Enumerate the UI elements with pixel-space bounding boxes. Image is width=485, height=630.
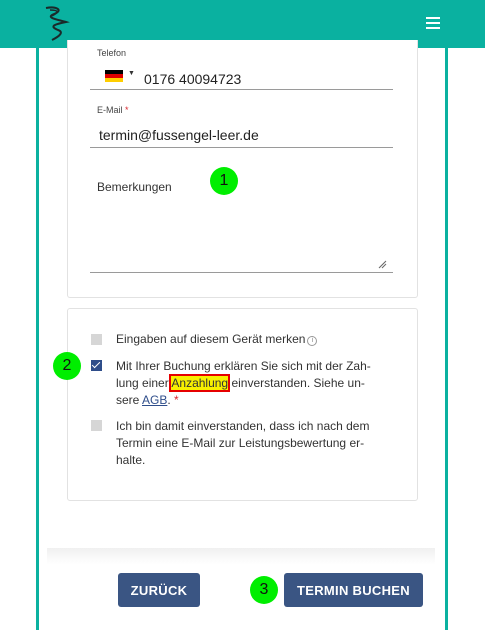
highlighted-term: Anzahlung xyxy=(169,374,231,392)
remarks-textarea[interactable] xyxy=(90,172,393,272)
frame-border-left xyxy=(36,48,39,630)
review-checkbox[interactable] xyxy=(91,420,102,431)
deposit-text-before: lung einer xyxy=(116,376,172,390)
resize-handle-icon[interactable] xyxy=(377,259,387,269)
email-underline xyxy=(90,147,393,148)
germany-flag-icon[interactable] xyxy=(105,70,123,82)
deposit-checkbox[interactable] xyxy=(91,360,102,371)
remember-label: Eingaben auf diesem Gerät merken i xyxy=(116,331,396,348)
deposit-line3: sere xyxy=(116,393,143,407)
menu-bar xyxy=(426,22,440,24)
info-icon[interactable]: i xyxy=(307,336,318,346)
deposit-text-after: einverstanden. Siehe un- xyxy=(228,376,365,390)
hamburger-menu-icon[interactable] xyxy=(420,12,446,34)
required-marker: * xyxy=(125,105,129,115)
deposit-line1: Mit Ihrer Buchung erklären Sie sich mit … xyxy=(116,359,371,373)
annotation-badge-2: 2 xyxy=(53,352,81,380)
email-label: E-Mail * xyxy=(97,105,129,115)
country-dropdown-caret-icon[interactable]: ▼ xyxy=(128,70,135,77)
remember-checkbox[interactable] xyxy=(91,334,102,345)
review-label: Ich bin damit einverstanden, dass ich na… xyxy=(116,419,370,467)
frame-border-right xyxy=(445,48,448,630)
deposit-label: Mit Ihrer Buchung erklären Sie sich mit … xyxy=(116,358,396,409)
book-appointment-button[interactable]: TERMIN BUCHEN xyxy=(284,573,423,607)
menu-bar xyxy=(426,27,440,29)
swirl-logo-icon[interactable] xyxy=(40,4,76,44)
annotation-badge-3: 3 xyxy=(250,576,278,604)
deposit-end: . xyxy=(167,393,171,407)
phone-input[interactable]: 0176 40094723 xyxy=(144,71,241,87)
menu-bar xyxy=(426,17,440,19)
required-marker: * xyxy=(174,393,179,407)
remember-label-text: Eingaben auf diesem Gerät merken xyxy=(116,332,306,346)
back-button[interactable]: ZURÜCK xyxy=(118,573,200,607)
annotation-badge-1: 1 xyxy=(210,167,238,195)
agb-link[interactable]: AGB xyxy=(142,393,167,407)
email-input[interactable]: termin@fussengel-leer.de xyxy=(99,127,259,143)
phone-underline xyxy=(90,89,393,90)
remarks-underline xyxy=(90,272,393,273)
email-label-text: E-Mail xyxy=(97,105,123,115)
phone-label: Telefon xyxy=(97,48,127,58)
